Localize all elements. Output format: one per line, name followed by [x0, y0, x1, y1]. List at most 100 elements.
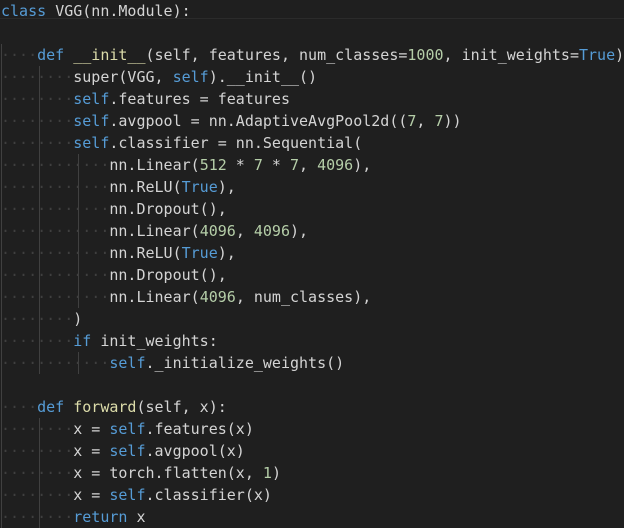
code-token: ) — [271, 464, 281, 482]
code-line[interactable]: ············nn.Dropout(), — [1, 198, 227, 220]
code-token: , features, num_classes= — [190, 46, 408, 64]
code-line[interactable]: ········self.features = features — [1, 88, 290, 110]
code-line[interactable]: ····def forward(self, x): — [1, 396, 227, 418]
code-token: True — [181, 244, 218, 262]
code-token: , — [235, 222, 254, 240]
code-line[interactable]: ············nn.ReLU(True), — [1, 242, 236, 264]
code-line[interactable]: ········x = self.classifier(x) — [1, 484, 272, 506]
code-line[interactable]: ········return x — [1, 506, 146, 528]
code-line[interactable]: ········) — [1, 308, 82, 330]
code-token: , init_weights= — [443, 46, 579, 64]
code-token: (nn.Module): — [82, 2, 191, 20]
code-token: ), — [353, 156, 372, 174]
code-token: .avgpool(x) — [145, 442, 245, 460]
code-token: self — [73, 134, 110, 152]
whitespace-dots: ············ — [1, 244, 110, 262]
code-token: .avgpool = nn.AdaptiveAvgPool2d(( — [109, 112, 408, 130]
code-line[interactable]: ············self._initialize_weights() — [1, 352, 344, 374]
code-token: 4096 — [317, 156, 354, 174]
code-token: init_weights: — [91, 332, 218, 350]
code-line[interactable]: ········x = self.features(x) — [1, 418, 254, 440]
code-line[interactable]: ············nn.Linear(4096, num_classes)… — [1, 286, 371, 308]
whitespace-dots: ········ — [1, 112, 74, 130]
code-token: 7 — [434, 112, 444, 130]
code-line[interactable]: ········self.classifier = nn.Sequential( — [1, 132, 362, 154]
whitespace-dots: ········ — [1, 464, 74, 482]
whitespace-dots: ········ — [1, 442, 74, 460]
code-token: nn.Linear( — [109, 288, 200, 306]
code-line[interactable]: class VGG(nn.Module): — [1, 0, 191, 22]
code-token: nn.Dropout(), — [109, 266, 227, 284]
code-token: 7 — [290, 156, 300, 174]
code-token: if — [73, 332, 92, 350]
whitespace-dots: ············ — [1, 200, 110, 218]
code-token: self — [109, 486, 146, 504]
code-token: self — [109, 442, 146, 460]
code-editor[interactable]: class VGG(nn.Module): ····def __init__(se… — [0, 0, 624, 528]
whitespace-dots: ············ — [1, 156, 110, 174]
whitespace-dots: ···· — [1, 398, 38, 416]
whitespace-dots: ············ — [1, 354, 110, 372]
code-token: def — [37, 46, 65, 64]
code-token: x = torch.flatten(x, — [73, 464, 263, 482]
code-token: 4096 — [199, 288, 236, 306]
code-token: VGG — [55, 2, 83, 20]
code-token: ), — [217, 178, 236, 196]
code-line[interactable]: ····def __init__(self, features, num_cla… — [1, 44, 624, 66]
code-token: nn.ReLU( — [109, 244, 182, 262]
code-token: , — [299, 156, 318, 174]
code-token: ( — [136, 398, 146, 416]
code-token: self — [172, 68, 209, 86]
whitespace-dots: ············ — [1, 288, 110, 306]
whitespace-dots: ···· — [1, 46, 38, 64]
code-token: nn.Linear( — [109, 156, 200, 174]
code-token: __init__ — [226, 68, 300, 86]
code-line[interactable]: ········self.avgpool = nn.AdaptiveAvgPoo… — [1, 110, 462, 132]
code-token: x — [127, 508, 146, 526]
code-token: nn.Linear( — [109, 222, 200, 240]
code-line[interactable]: ············nn.Dropout(), — [1, 264, 227, 286]
code-line[interactable]: ········x = torch.flatten(x, 1) — [1, 462, 281, 484]
code-line[interactable]: ········super(VGG, self).__init__() — [1, 66, 317, 88]
whitespace-dots: ········ — [1, 68, 74, 86]
code-token: super — [73, 68, 119, 86]
code-token: (VGG, — [118, 68, 173, 86]
code-line[interactable]: ············nn.Linear(512 * 7 * 7, 4096)… — [1, 154, 371, 176]
code-token: forward — [73, 398, 137, 416]
code-token: def — [37, 398, 65, 416]
code-line[interactable]: ············nn.ReLU(True), — [1, 176, 236, 198]
code-token: ( — [145, 46, 155, 64]
code-line[interactable]: ············nn.Linear(4096, 4096), — [1, 220, 308, 242]
code-token: 1000 — [407, 46, 444, 64]
code-token: , — [416, 112, 435, 130]
code-token: self — [154, 46, 191, 64]
code-token: 1 — [262, 464, 272, 482]
code-line[interactable]: ········if init_weights: — [1, 330, 218, 352]
code-token: 4096 — [253, 222, 290, 240]
code-token: True — [579, 46, 616, 64]
code-token: nn.ReLU( — [109, 178, 182, 196]
code-token: self — [73, 112, 110, 130]
whitespace-dots: ········ — [1, 310, 74, 328]
code-token: .features = features — [109, 90, 290, 108]
code-token: x = — [73, 442, 110, 460]
code-token: ), — [290, 222, 309, 240]
whitespace-dots: ········ — [1, 420, 74, 438]
code-token: , num_classes), — [235, 288, 372, 306]
code-line[interactable]: ········x = self.avgpool(x) — [1, 440, 245, 462]
code-token: class — [1, 2, 47, 20]
code-token: 4096 — [199, 222, 236, 240]
code-token: * — [262, 156, 290, 174]
code-token: .features(x) — [145, 420, 254, 438]
code-token: 7 — [253, 156, 263, 174]
whitespace-dots: ············ — [1, 266, 110, 284]
whitespace-dots: ········ — [1, 508, 74, 526]
whitespace-dots: ········ — [1, 90, 74, 108]
code-token: )) — [443, 112, 462, 130]
code-token: x = — [73, 486, 110, 504]
code-token: True — [181, 178, 218, 196]
code-token: self — [145, 398, 182, 416]
code-token: * — [226, 156, 254, 174]
